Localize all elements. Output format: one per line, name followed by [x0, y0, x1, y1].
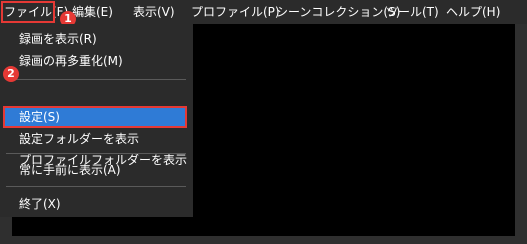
- file-menu-dropdown: 録画を表示(R) 録画の再多重化(M) 2 設定(S) 設定フォルダーを表示 プ…: [0, 24, 193, 217]
- menu-item-settings[interactable]: 設定(S): [19, 107, 60, 127]
- menu-edit[interactable]: 編集(E): [72, 0, 113, 24]
- menu-scene-collection[interactable]: シーンコレクション(S): [276, 0, 400, 24]
- step-badge-2: 2: [3, 66, 19, 82]
- menu-help[interactable]: ヘルプ(H): [446, 0, 500, 24]
- menu-separator: [6, 186, 186, 187]
- menu-separator: [6, 153, 186, 154]
- menu-item-always-on-top[interactable]: 常に手前に表示(A): [19, 160, 121, 180]
- menu-tools[interactable]: ツール(T): [386, 0, 439, 24]
- menu-profile[interactable]: プロファイル(P): [191, 0, 280, 24]
- menu-item-remux-recordings[interactable]: 録画の再多重化(M): [19, 51, 123, 71]
- menu-item-exit[interactable]: 終了(X): [19, 194, 61, 214]
- menu-bar: ファイル(F) 編集(E) 表示(V) プロファイル(P) シーンコレクション(…: [0, 0, 527, 24]
- file-menu-highlight-box: [1, 1, 55, 23]
- bottom-panel-strip: [0, 236, 527, 244]
- menu-item-show-settings-folder[interactable]: 設定フォルダーを表示: [19, 129, 139, 149]
- right-panel-strip: [515, 24, 527, 244]
- menu-item-show-recordings[interactable]: 録画を表示(R): [19, 29, 97, 49]
- menu-view[interactable]: 表示(V): [133, 0, 175, 24]
- menu-separator: [6, 79, 186, 80]
